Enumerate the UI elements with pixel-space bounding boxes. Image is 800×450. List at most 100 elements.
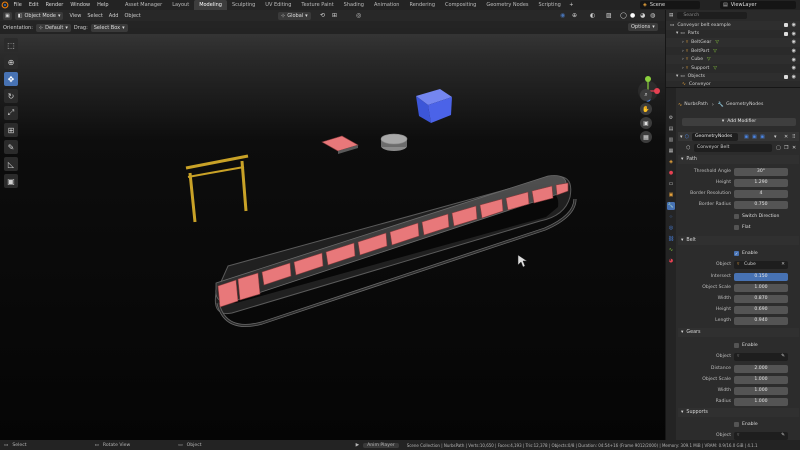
outliner-filter-icon[interactable]: ▤ (669, 13, 673, 18)
scene-tab-icon[interactable]: ◈ (667, 158, 675, 166)
switch-direction-checkbox[interactable]: Switch Direction (734, 214, 779, 219)
supports-section-header[interactable]: ▾ Supports (678, 408, 799, 417)
menu-render[interactable]: Render (42, 2, 67, 8)
tab-animation[interactable]: Animation (369, 0, 405, 10)
constraints-tab-icon[interactable]: ⛓ (667, 235, 675, 243)
clear-icon[interactable]: ✕ (781, 262, 785, 267)
height-field[interactable]: 0.690 (734, 305, 788, 314)
blender-logo-icon[interactable] (0, 0, 10, 10)
exclude-checkbox[interactable] (784, 23, 788, 28)
menu-add[interactable]: Add (106, 13, 122, 19)
menu-view[interactable]: View (66, 13, 84, 19)
data-tab-icon[interactable]: ∿ (667, 246, 675, 254)
eye-icon[interactable]: ◉ (792, 57, 796, 63)
outliner-search-input[interactable]: Search (677, 12, 748, 19)
select-box-tool-icon[interactable]: ⬚ (4, 38, 18, 52)
belt-section-header[interactable]: ▾ Belt (678, 236, 799, 245)
border-radius-field[interactable]: 0.750 (734, 200, 788, 209)
eye-icon[interactable]: ◉ (792, 65, 796, 71)
add-workspace-button[interactable]: + (566, 2, 577, 8)
menu-object[interactable]: Object (121, 13, 143, 19)
collection-tab-icon[interactable]: ▭ (667, 180, 675, 188)
particles-tab-icon[interactable]: ⁘ (667, 213, 675, 221)
menu-window[interactable]: Window (67, 2, 94, 8)
editor-type-dropdown[interactable]: ▣ (3, 11, 12, 20)
gears-section-header[interactable]: ▾ Gears (678, 328, 799, 337)
gizmo-toggle-icon[interactable]: ⊕ (572, 12, 577, 19)
tab-asset-manager[interactable]: Asset Manager (120, 0, 167, 10)
expand-arrow-icon[interactable]: › (682, 40, 684, 45)
eye-icon[interactable]: ◉ (792, 74, 796, 80)
tab-shading[interactable]: Shading (339, 0, 369, 10)
outliner-row-support[interactable]: › ▿ Support ▽ ◉ (666, 64, 800, 73)
world-tab-icon[interactable]: ● (667, 169, 675, 177)
menu-help[interactable]: Help (94, 2, 112, 8)
intersect-field[interactable]: 0.150 (734, 272, 788, 281)
length-field[interactable]: 0.940 (734, 316, 788, 325)
tab-modeling[interactable]: Modeling (194, 0, 227, 10)
wireframe-shading-icon[interactable]: ◯ (620, 12, 627, 19)
tab-uv-editing[interactable]: UV Editing (260, 0, 296, 10)
menu-edit[interactable]: Edit (25, 2, 42, 8)
tab-compositing[interactable]: Compositing (440, 0, 481, 10)
eye-icon[interactable]: ◉ (792, 31, 796, 37)
gear-object-scale-field[interactable]: 1.000 (734, 375, 788, 384)
expand-arrow-icon[interactable]: ▾ (676, 74, 678, 79)
gears-object-field[interactable]: ▿ ✎ (734, 352, 788, 361)
supports-object-field[interactable]: ▿ ✎ (734, 431, 788, 440)
duplicate-icon[interactable]: ❐ (784, 145, 788, 151)
pan-hand-icon[interactable]: ✋ (640, 103, 652, 115)
rendered-shading-icon[interactable]: ◍ (650, 12, 655, 19)
modifier-tab-icon[interactable]: 🔧 (667, 202, 675, 210)
tab-sculpting[interactable]: Sculpting (227, 0, 260, 10)
physics-tab-icon[interactable]: ◎ (667, 224, 675, 232)
add-cube-tool-icon[interactable]: ▣ (4, 174, 18, 188)
annotate-tool-icon[interactable]: ✎ (4, 140, 18, 154)
cube-object[interactable] (416, 89, 452, 123)
support-object[interactable] (185, 154, 249, 223)
expand-arrow-icon[interactable]: › (682, 57, 684, 62)
tab-geometry-nodes[interactable]: Geometry Nodes (481, 0, 533, 10)
output-tab-icon[interactable]: ▥ (667, 136, 675, 144)
border-resolution-field[interactable]: 4 (734, 189, 788, 198)
outliner-row-parts[interactable]: ▾ ▭ Parts ◉ (666, 30, 800, 39)
orientation-setting-dropdown[interactable]: ⊹ Default ▾ (35, 23, 71, 32)
menu-file[interactable]: File (10, 2, 25, 8)
render-toggle-icon[interactable]: ▣ (760, 134, 765, 140)
view-layer-tab-icon[interactable]: ▦ (667, 147, 675, 155)
eyedropper-icon[interactable]: ✎ (781, 354, 785, 359)
height-field[interactable]: 1.290 (734, 178, 788, 187)
belt-enable-checkbox[interactable]: ✓ Enable (734, 251, 758, 256)
object-scale-field[interactable]: 1.000 (734, 283, 788, 292)
pivot-icon[interactable]: ⟲ (320, 12, 325, 19)
distance-field[interactable]: 2.000 (734, 364, 788, 373)
supports-enable-checkbox[interactable]: Enable (734, 422, 758, 427)
eyedropper-icon[interactable]: ✎ (781, 433, 785, 438)
gears-enable-checkbox[interactable]: Enable (734, 343, 758, 348)
path-section-header[interactable]: ▾ Path (678, 155, 799, 164)
tab-scripting[interactable]: Scripting (534, 0, 566, 10)
flat-checkbox[interactable]: Flat (734, 225, 751, 230)
tab-layout[interactable]: Layout (167, 0, 194, 10)
outliner-row-objects[interactable]: ▾ ▭ Objects ◉ (666, 72, 800, 82)
modifier-menu-icon[interactable]: ▾ (774, 134, 777, 140)
outliner-row-conveyor-example[interactable]: ▭ Conveyor belt example ◉ (666, 21, 800, 30)
gear-object[interactable] (380, 133, 408, 151)
gear-width-field[interactable]: 1.000 (734, 386, 788, 395)
belt-object-field[interactable]: ▿ Cube ✕ (734, 260, 788, 269)
object-tab-icon[interactable]: ▣ (667, 191, 675, 199)
tab-rendering[interactable]: Rendering (404, 0, 440, 10)
mode-dropdown[interactable]: ◧ Object Mode ▾ (14, 11, 64, 20)
render-tab-icon[interactable]: ▤ (667, 125, 675, 133)
transform-tool-icon[interactable]: ⊞ (4, 123, 18, 137)
solid-shading-icon[interactable]: ● (630, 12, 635, 19)
drag-handle-icon[interactable]: ⠿ (792, 134, 796, 140)
belt-part-object[interactable] (321, 135, 359, 154)
proportional-edit-icon[interactable]: ◎ (356, 12, 361, 19)
cursor-tool-icon[interactable]: ⊕ (4, 55, 18, 69)
transform-orientation-dropdown[interactable]: ⊹ Global ▾ (278, 11, 311, 20)
zoom-icon[interactable]: ⌕ (640, 89, 652, 101)
threshold-angle-field[interactable]: 30° (734, 167, 788, 176)
eye-icon[interactable]: ◉ (792, 39, 796, 45)
expand-arrow-icon[interactable]: › (682, 66, 684, 71)
